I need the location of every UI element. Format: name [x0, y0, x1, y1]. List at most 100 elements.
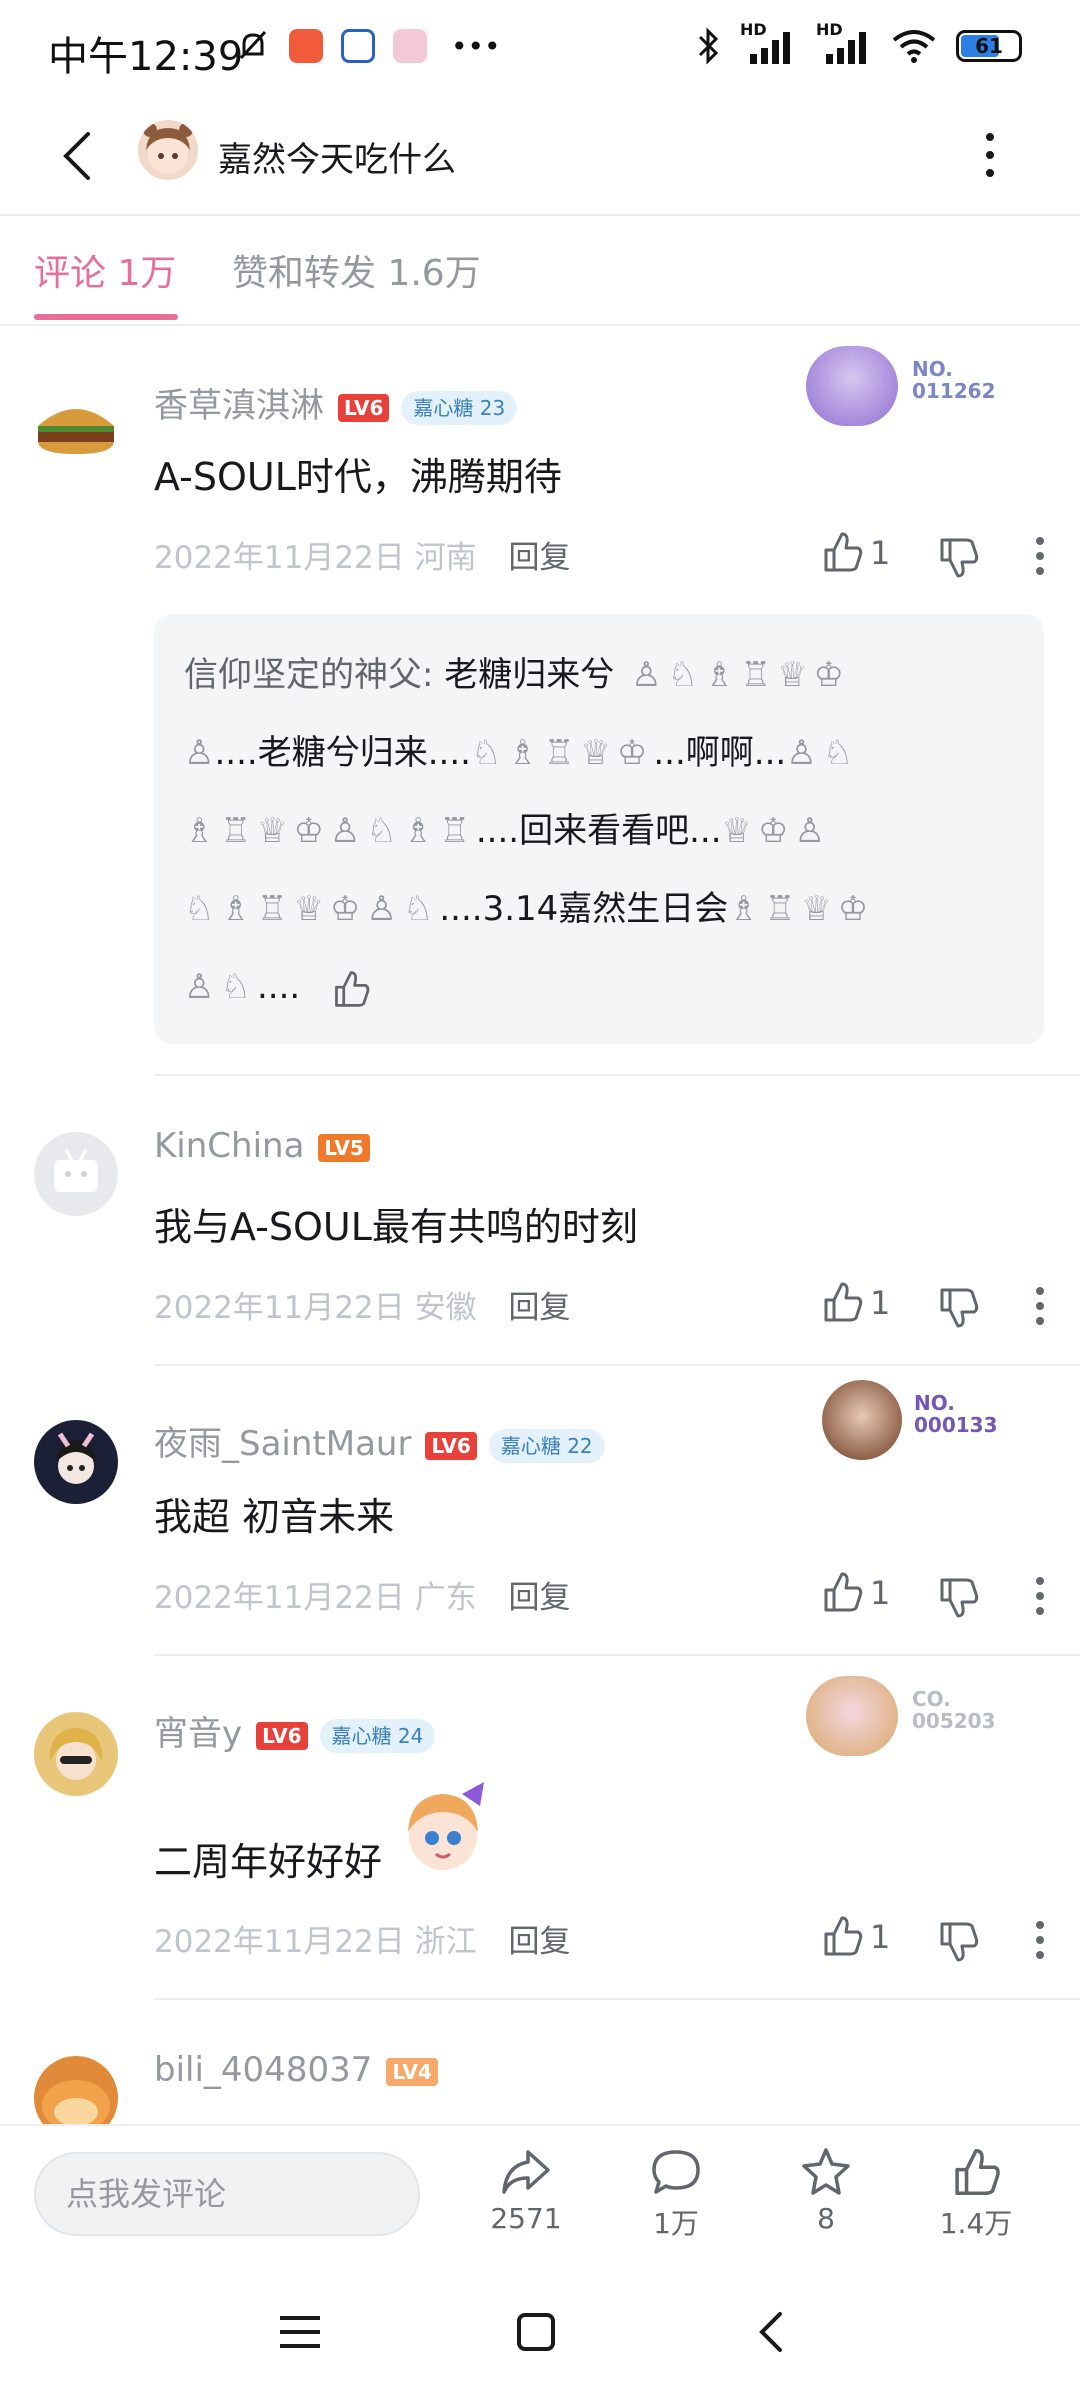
- comment-more-icon[interactable]: [1034, 1286, 1046, 1326]
- battery-icon: 61: [956, 30, 1022, 62]
- sub-reply-like-icon[interactable]: [331, 969, 371, 1009]
- fan-card-badge[interactable]: NO. 011262: [806, 346, 1016, 426]
- thumbs-up-icon[interactable]: [820, 530, 864, 574]
- home-icon[interactable]: [516, 2312, 556, 2352]
- like-button[interactable]: 1.4万: [916, 2146, 1036, 2242]
- share-button[interactable]: 2571: [466, 2146, 586, 2235]
- sub-reply-text: 信仰坚定的神父: 老糖归来兮 ♙♘♗♖♕♔ ♙....老糖兮归来....♘♗♖♕…: [184, 636, 1024, 1026]
- emoji-strip: ♘♗♖♕♔: [470, 733, 654, 773]
- comment-meta: 2022年11月22日 安徽 回复: [154, 1282, 571, 1327]
- username[interactable]: bili_4048037 LV4: [154, 2050, 438, 2090]
- username[interactable]: KinChina LV5: [154, 1126, 370, 1166]
- comment-actions: 1: [800, 530, 1080, 580]
- level-badge: LV4: [386, 2057, 438, 2086]
- username-text[interactable]: 香草滇淇淋: [154, 386, 324, 426]
- fan-card-badge[interactable]: CO. 005203: [806, 1676, 1016, 1756]
- tab-comments[interactable]: 评论 1万: [34, 244, 176, 296]
- thumbs-up-icon[interactable]: [820, 1570, 864, 1614]
- fan-card-number: NO. 000133: [914, 1391, 998, 1437]
- comment-count: 1万: [653, 2207, 699, 2240]
- more-notifications-icon: •••: [451, 29, 501, 63]
- username-text[interactable]: 宵音y: [154, 1714, 242, 1754]
- comment-actions: 1: [800, 1914, 1080, 1964]
- emoji-strip: ♗♖♕♔♙♘♗♖: [184, 811, 476, 851]
- thumbs-down-icon[interactable]: [936, 1920, 980, 1964]
- up-avatar[interactable]: [138, 120, 198, 180]
- fan-medal[interactable]: 嘉心糖 24: [319, 1718, 436, 1753]
- thumbs-down-icon[interactable]: [936, 536, 980, 580]
- tab-likes-reposts[interactable]: 赞和转发 1.6万: [232, 244, 481, 296]
- fan-card-badge[interactable]: NO. 000133: [822, 1380, 1032, 1460]
- fan-medal[interactable]: 嘉心糖 23: [401, 390, 518, 425]
- fan-card-image: [806, 346, 898, 426]
- fan-card-image: [806, 1676, 898, 1756]
- back-nav-icon[interactable]: [756, 2310, 786, 2354]
- thumbs-up-icon: [955, 2148, 1000, 2196]
- comment-input[interactable]: 点我发评论: [34, 2152, 420, 2236]
- comment-meta: 2022年11月22日 广东 回复: [154, 1572, 571, 1617]
- reply-button[interactable]: 回复: [509, 1580, 571, 1616]
- sub-reply-author[interactable]: 信仰坚定的神父:: [184, 655, 444, 695]
- user-avatar[interactable]: [34, 1420, 118, 1504]
- status-right-icons: HD HD 61: [696, 20, 1022, 66]
- comment-more-icon[interactable]: [1034, 1576, 1046, 1616]
- level-badge: LV5: [318, 1133, 370, 1162]
- comment-date: 2022年11月22日: [154, 1924, 405, 1960]
- username-text[interactable]: bili_4048037: [154, 2050, 372, 2090]
- fan-medal[interactable]: 嘉心糖 22: [488, 1428, 605, 1463]
- favorite-count: 8: [817, 2202, 835, 2235]
- username-text[interactable]: KinChina: [154, 1126, 304, 1166]
- comment-item: 宵音y LV6 嘉心糖 24 CO. 005203 二周年好好好 2022年11月2…: [0, 1656, 1080, 2000]
- comment-item: bili_4048037 LV4: [0, 2000, 1080, 2124]
- comment-actions: 1: [800, 1280, 1080, 1330]
- emoji-strip: ♗♖♕♔: [728, 889, 875, 929]
- sub-reply-box[interactable]: 信仰坚定的神父: 老糖归来兮 ♙♘♗♖♕♔ ♙....老糖兮归来....♘♗♖♕…: [154, 614, 1044, 1044]
- comment-more-icon[interactable]: [1034, 536, 1046, 576]
- thumbs-down-icon[interactable]: [936, 1576, 980, 1620]
- username[interactable]: 夜雨_SaintMaur LV6 嘉心糖 22: [154, 1416, 605, 1465]
- reply-button[interactable]: 回复: [509, 540, 571, 576]
- sub-reply-line5: ....: [256, 967, 301, 1007]
- comment-more-icon[interactable]: [1034, 1920, 1046, 1960]
- user-avatar[interactable]: [34, 388, 118, 472]
- emoji-strip: ♙: [184, 733, 215, 773]
- username[interactable]: 香草滇淇淋 LV6 嘉心糖 23: [154, 378, 518, 427]
- signal-1-icon: HD: [740, 20, 796, 66]
- more-options-icon[interactable]: [980, 130, 1000, 180]
- menu-icon[interactable]: [278, 2312, 322, 2352]
- thumbs-up-icon[interactable]: [820, 1914, 864, 1958]
- thumbs-down-icon[interactable]: [936, 1286, 980, 1330]
- thumbs-up-icon[interactable]: [820, 1280, 864, 1324]
- back-arrow-icon[interactable]: [52, 128, 108, 184]
- comment-date: 2022年11月22日: [154, 540, 405, 576]
- sub-reply-line2: ....老糖兮归来....: [214, 733, 471, 773]
- notify-app-icon: [341, 29, 375, 63]
- favorite-button[interactable]: 8: [766, 2146, 886, 2235]
- user-avatar[interactable]: [34, 1712, 118, 1796]
- fan-card-number: NO. 011262: [912, 357, 996, 403]
- comment-button[interactable]: 1万: [616, 2146, 736, 2242]
- comment-item: 夜雨_SaintMaur LV6 嘉心糖 22 NO. 000133 我超 初音未来…: [0, 1366, 1080, 1656]
- username-text[interactable]: 夜雨_SaintMaur: [154, 1424, 411, 1464]
- like-count: 1: [870, 1574, 891, 1612]
- fan-card-image: [822, 1380, 902, 1460]
- username[interactable]: 宵音y LV6 嘉心糖 24: [154, 1706, 436, 1755]
- sub-reply-line1: 老糖归来兮: [444, 655, 615, 695]
- comment-location: 浙江: [414, 1924, 477, 1960]
- game-app-icon: [393, 29, 427, 63]
- sub-reply-line2b: ...啊啊...: [653, 733, 787, 773]
- reply-button[interactable]: 回复: [509, 1924, 571, 1960]
- reply-button[interactable]: 回复: [509, 1290, 571, 1326]
- bluetooth-icon: [698, 27, 719, 65]
- comment-text: A-SOUL时代，沸腾期待: [154, 455, 562, 499]
- tab-bar: 评论 1万 赞和转发 1.6万: [0, 216, 1080, 326]
- comment-bubble-icon: [652, 2150, 700, 2194]
- comment-item: KinChina LV5 我与A-SOUL最有共鸣的时刻 2022年11月22日 …: [0, 1076, 1080, 1366]
- comment-actions: 1: [800, 1570, 1080, 1620]
- page-title: 嘉然今天吃什么: [218, 140, 456, 180]
- weibo-app-icon: [289, 29, 323, 63]
- user-avatar[interactable]: [34, 1132, 118, 1216]
- comment-text: 我与A-SOUL最有共鸣的时刻: [154, 1205, 638, 1249]
- emoji-strip: ♙♘♗♖♕♔: [614, 655, 850, 695]
- user-avatar[interactable]: [34, 2056, 118, 2124]
